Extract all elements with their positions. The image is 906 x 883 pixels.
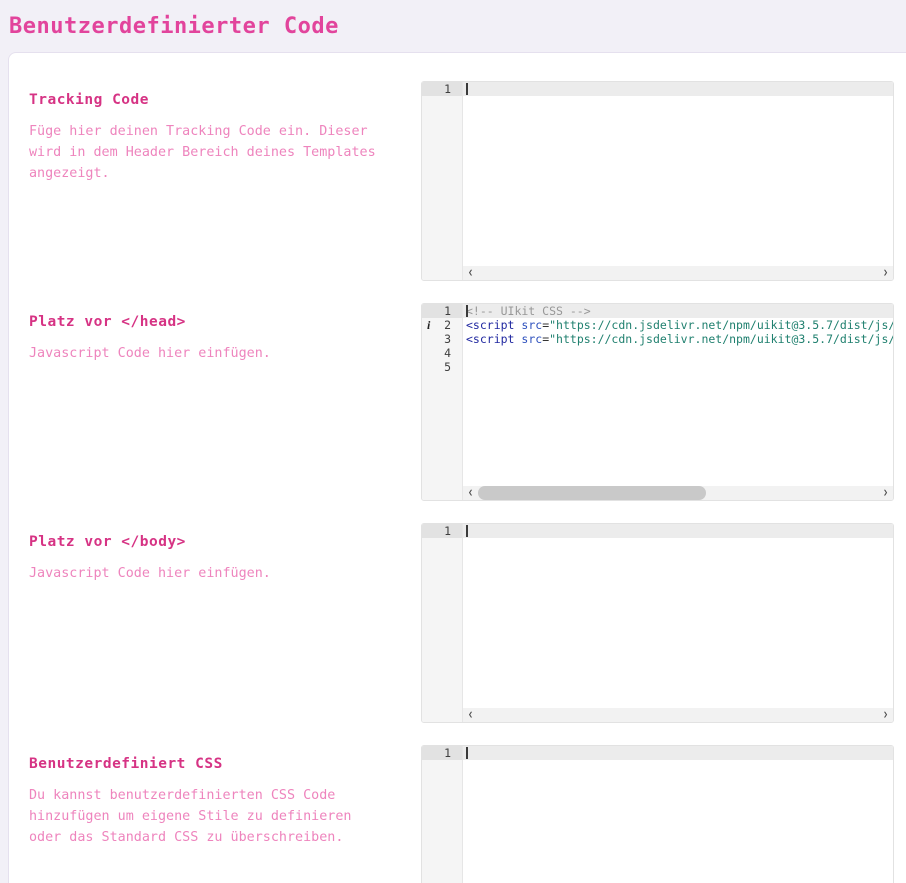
editor-horizontal-scrollbar[interactable]: ❮ ❯ bbox=[463, 708, 893, 722]
code-token-string: "https://cdn.jsdelivr.net/npm/uikit@3.5.… bbox=[549, 318, 893, 332]
code-token-comment: <!-- UIkit CSS --> bbox=[466, 304, 591, 318]
code-line[interactable] bbox=[463, 82, 893, 96]
scrollbar-track[interactable] bbox=[478, 708, 878, 722]
section-text-column: Platz vor </head> Javascript Code hier e… bbox=[29, 303, 387, 501]
page-title: Benutzerdefinierter Code bbox=[0, 0, 906, 39]
line-number: 1 bbox=[422, 304, 462, 318]
line-number: 1 bbox=[422, 746, 462, 760]
line-number: 4 bbox=[422, 346, 462, 360]
code-editor[interactable]: 1 ❮ ❯ bbox=[421, 745, 894, 883]
text-cursor bbox=[466, 305, 468, 317]
code-token-string: "https://cdn.jsdelivr.net/npm/uikit@3.5.… bbox=[549, 332, 893, 346]
code-editor[interactable]: 1 ❮ ❯ bbox=[421, 81, 894, 281]
section-row-4: Benutzerdefiniert CSS Du kannst benutzer… bbox=[29, 745, 906, 883]
section-row-1: Tracking Code Füge hier deinen Tracking … bbox=[29, 81, 906, 281]
line-number: 1 bbox=[422, 82, 462, 96]
line-number: i2 bbox=[422, 318, 462, 332]
scrollbar-thumb[interactable] bbox=[478, 486, 706, 500]
scroll-left-arrow-icon[interactable]: ❮ bbox=[463, 708, 478, 722]
text-cursor bbox=[466, 83, 468, 95]
section-description: Füge hier deinen Tracking Code ein. Dies… bbox=[29, 121, 387, 184]
editor-content[interactable] bbox=[463, 524, 893, 708]
section-text-column: Platz vor </body> Javascript Code hier e… bbox=[29, 523, 387, 723]
scroll-left-arrow-icon[interactable]: ❮ bbox=[463, 266, 478, 280]
code-line[interactable] bbox=[463, 524, 893, 538]
section-description: Javascript Code hier einfügen. bbox=[29, 563, 387, 584]
section-text-column: Tracking Code Füge hier deinen Tracking … bbox=[29, 81, 387, 281]
line-number: 1 bbox=[422, 524, 462, 538]
editor-content[interactable] bbox=[463, 82, 893, 266]
editor-scroller: ❮ ❯ bbox=[463, 746, 893, 883]
section-heading: Platz vor </body> bbox=[29, 534, 387, 550]
editor-horizontal-scrollbar[interactable]: ❮ ❯ bbox=[463, 486, 893, 500]
text-cursor bbox=[466, 747, 468, 759]
editor-gutter: 1 bbox=[422, 82, 463, 280]
section-row-2: Platz vor </head> Javascript Code hier e… bbox=[29, 303, 906, 501]
code-line[interactable]: <!-- UIkit CSS --> bbox=[463, 304, 893, 318]
scroll-right-arrow-icon[interactable]: ❯ bbox=[878, 708, 893, 722]
code-token-tag: <script bbox=[466, 318, 514, 332]
editor-scroller: ❮ ❯ bbox=[463, 524, 893, 722]
section-row-3: Platz vor </body> Javascript Code hier e… bbox=[29, 523, 906, 723]
section-heading: Tracking Code bbox=[29, 92, 387, 108]
code-token-tag: <script bbox=[466, 332, 514, 346]
editor-content[interactable]: <!-- UIkit CSS --><script src="https://c… bbox=[463, 304, 893, 486]
info-annotation-icon: i bbox=[427, 318, 430, 332]
section-heading: Platz vor </head> bbox=[29, 314, 387, 330]
editor-horizontal-scrollbar[interactable]: ❮ ❯ bbox=[463, 266, 893, 280]
editor-gutter: 1i2345 bbox=[422, 304, 463, 500]
editor-scroller: ❮ ❯ bbox=[463, 82, 893, 280]
code-token-attr: src bbox=[521, 318, 542, 332]
custom-code-card: Tracking Code Füge hier deinen Tracking … bbox=[8, 52, 906, 883]
editor-content[interactable] bbox=[463, 746, 893, 883]
text-cursor bbox=[466, 525, 468, 537]
scrollbar-track[interactable] bbox=[478, 266, 878, 280]
code-editor[interactable]: 1i2345 <!-- UIkit CSS --><script src="ht… bbox=[421, 303, 894, 501]
code-line[interactable] bbox=[463, 360, 893, 374]
section-description: Du kannst benutzerdefinierten CSS Code h… bbox=[29, 785, 387, 848]
scrollbar-track[interactable] bbox=[478, 486, 878, 500]
code-token-attr: src bbox=[521, 332, 542, 346]
code-line[interactable]: <script src="https://cdn.jsdelivr.net/np… bbox=[463, 318, 893, 332]
code-line[interactable] bbox=[463, 346, 893, 360]
line-number: 3 bbox=[422, 332, 462, 346]
scroll-right-arrow-icon[interactable]: ❯ bbox=[878, 266, 893, 280]
editor-gutter: 1 bbox=[422, 746, 463, 883]
section-text-column: Benutzerdefiniert CSS Du kannst benutzer… bbox=[29, 745, 387, 883]
sections-container: Tracking Code Füge hier deinen Tracking … bbox=[29, 81, 906, 883]
section-heading: Benutzerdefiniert CSS bbox=[29, 756, 387, 772]
code-editor[interactable]: 1 ❮ ❯ bbox=[421, 523, 894, 723]
scroll-left-arrow-icon[interactable]: ❮ bbox=[463, 486, 478, 500]
code-line[interactable] bbox=[463, 746, 893, 760]
scroll-right-arrow-icon[interactable]: ❯ bbox=[878, 486, 893, 500]
section-description: Javascript Code hier einfügen. bbox=[29, 343, 387, 364]
line-number: 5 bbox=[422, 360, 462, 374]
editor-scroller: <!-- UIkit CSS --><script src="https://c… bbox=[463, 304, 893, 500]
editor-gutter: 1 bbox=[422, 524, 463, 722]
code-line[interactable]: <script src="https://cdn.jsdelivr.net/np… bbox=[463, 332, 893, 346]
